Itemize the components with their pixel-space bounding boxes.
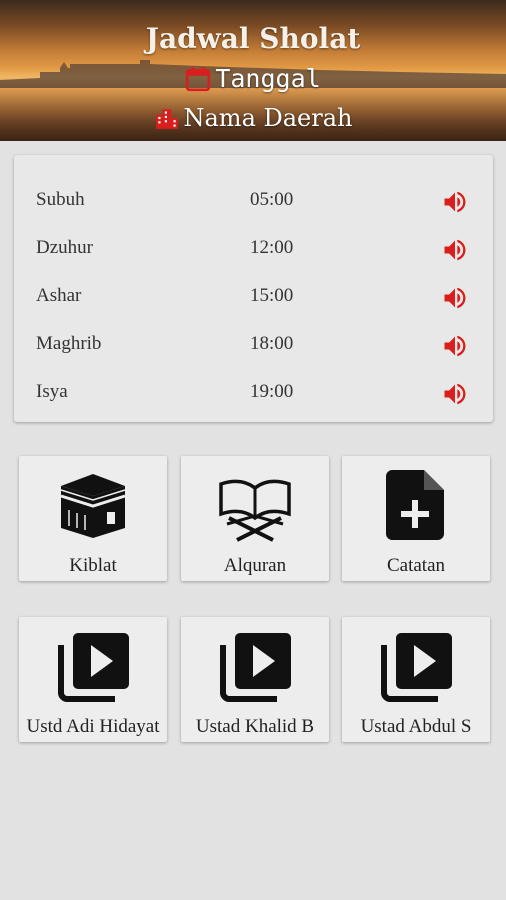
video-library-icon <box>220 633 291 702</box>
prayer-time: 15:00 <box>250 285 294 306</box>
catatan-button[interactable]: Catatan <box>342 456 490 581</box>
tile-label: Ustd Adi Hidayat <box>26 716 160 737</box>
kaaba-icon <box>60 474 126 538</box>
region-row: Nama Daerah <box>0 104 506 132</box>
quran-icon <box>219 479 291 542</box>
date-row: Tanggal <box>0 64 506 93</box>
video-button-abdul-s[interactable]: Ustad Abdul S <box>342 617 490 742</box>
video-library-icon <box>381 633 452 702</box>
tile-label: Alquran <box>223 555 287 576</box>
prayer-name: Maghrib <box>36 333 102 354</box>
prayer-row-isya: Isya 19:00 <box>14 357 493 405</box>
prayer-time: 18:00 <box>250 333 294 354</box>
city-icon <box>155 109 178 129</box>
video-button-khalid-b[interactable]: Ustad Khalid B <box>181 617 329 742</box>
prayer-name: Subuh <box>36 189 85 210</box>
app-title: Jadwal Sholat <box>145 22 361 55</box>
video-button-adi-hidayat[interactable]: Ustd Adi Hidayat <box>19 617 167 742</box>
header-banner: Jadwal Sholat Tanggal Nama Daerah <box>0 0 506 141</box>
kiblat-button[interactable]: Kiblat <box>19 456 167 581</box>
prayer-time: 19:00 <box>250 381 294 402</box>
tile-label: Ustad Abdul S <box>360 716 472 737</box>
prayer-time: 12:00 <box>250 237 294 258</box>
speaker-icon[interactable] <box>441 236 469 264</box>
tile-label: Ustad Khalid B <box>195 716 315 737</box>
prayer-row-maghrib: Maghrib 18:00 <box>14 309 493 357</box>
tile-label: Kiblat <box>69 555 117 576</box>
date-label: Tanggal <box>215 64 321 93</box>
video-library-icon <box>58 633 129 702</box>
prayer-row-ashar: Ashar 15:00 <box>14 261 493 309</box>
prayer-time: 05:00 <box>250 189 294 210</box>
prayer-name: Isya <box>36 381 68 402</box>
prayer-row-subuh: Subuh 05:00 <box>14 165 493 213</box>
prayer-row-dzuhur: Dzuhur 12:00 <box>14 213 493 261</box>
note-add-icon <box>386 470 444 540</box>
region-label: Nama Daerah <box>183 104 353 132</box>
calendar-icon <box>186 66 211 91</box>
alquran-button[interactable]: Alquran <box>181 456 329 581</box>
speaker-icon[interactable] <box>441 380 469 408</box>
tile-label: Catatan <box>386 555 446 576</box>
speaker-icon[interactable] <box>441 188 469 216</box>
prayer-times-card: Subuh 05:00 Dzuhur 12:00 Ashar 15:00 Mag… <box>14 155 493 422</box>
prayer-name: Ashar <box>36 285 82 306</box>
prayer-name: Dzuhur <box>36 237 93 258</box>
speaker-icon[interactable] <box>441 284 469 312</box>
speaker-icon[interactable] <box>441 332 469 360</box>
